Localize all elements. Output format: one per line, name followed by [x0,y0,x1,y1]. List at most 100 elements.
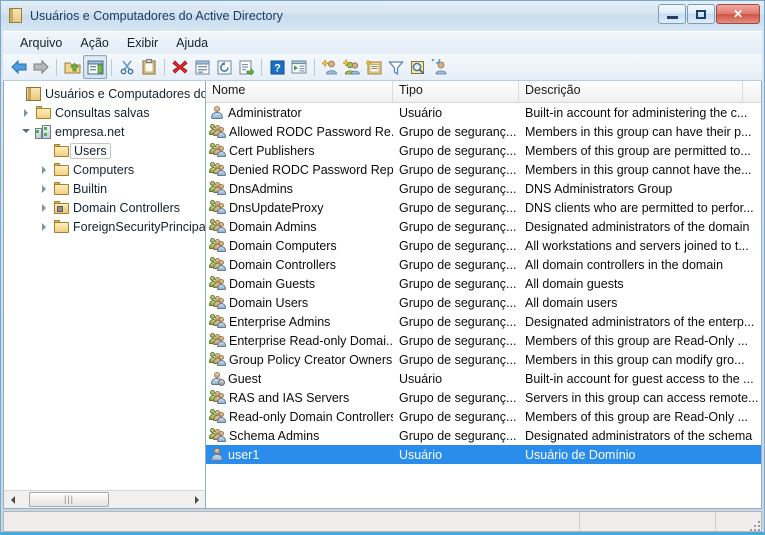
svg-text:?: ? [274,62,281,74]
up-folder-icon[interactable] [61,56,83,78]
table-row[interactable]: Administrator Usuário Built-in account for… [206,103,761,122]
tree-node-console-root[interactable]: Usuários e Computadores do Ac [4,84,205,103]
cell-tipo: Grupo de seguranç... [399,124,517,139]
scroll-left-button[interactable] [4,492,21,508]
table-row[interactable]: Domain Computers Grupo de seguranç... All … [206,236,761,255]
new-user-icon[interactable] [319,56,341,78]
column-header-descricao[interactable]: Descrição [519,81,743,102]
row-name: Domain Admins [229,219,317,234]
table-row[interactable]: Domain Controllers Grupo de seguranç... Al… [206,255,761,274]
folder-icon [52,163,70,176]
help-icon[interactable]: ? [266,56,288,78]
cell-nome: Domain Controllers [206,257,393,272]
table-row[interactable]: Guest Usuário Built-in account for guest a… [206,369,761,388]
cell-descricao: Members of this group are Read-Only ... [525,409,749,424]
tree-node-builtin[interactable]: Builtin [4,179,205,198]
export-list-icon[interactable] [235,56,257,78]
row-name: Guest [228,371,262,386]
tree-node-empresa-net[interactable]: empresa.net [4,122,205,141]
table-row[interactable]: user1 Usuário Usuário de Domínio [206,445,761,464]
table-row[interactable]: DnsUpdateProxy Grupo de seguranç... DNS cl… [206,198,761,217]
table-row[interactable]: Allowed RODC Password Re... Grupo de segu… [206,122,761,141]
delete-icon[interactable] [169,56,191,78]
user-action-icon[interactable] [429,56,451,78]
chevron-right-icon[interactable] [36,203,52,212]
app-window: Usuários e Computadores do Active Direct… [0,0,765,535]
cell-descricao: Designated administrators of the schema [525,428,753,443]
maximize-button[interactable] [687,4,715,24]
table-row[interactable]: Domain Guests Grupo de seguranç... All dom… [206,274,761,293]
tree-horizontal-scrollbar[interactable]: ||| [4,490,205,508]
toolbar-separator [164,58,165,76]
menu-ajuda[interactable]: Ajuda [167,34,217,52]
properties-icon[interactable] [191,56,213,78]
table-row[interactable]: Group Policy Creator Owners Grupo de segu… [206,350,761,369]
scroll-right-button[interactable] [188,492,205,508]
chevron-right-icon[interactable] [36,184,52,193]
new-group-icon[interactable] [341,56,363,78]
table-row[interactable]: Denied RODC Password Repl... Grupo de seg… [206,160,761,179]
row-name: Domain Guests [229,276,316,291]
row-name: DnsAdmins [229,181,293,196]
cell-descricao: Members of this group are permitted to..… [525,143,751,158]
table-row[interactable]: RAS and IAS Servers Grupo de seguranç... S… [206,388,761,407]
chevron-right-icon[interactable] [36,165,52,174]
table-row[interactable]: Enterprise Admins Grupo de seguranç... Des… [206,312,761,331]
tree-node-foreignsecurityprincipals[interactable]: ForeignSecurityPrincipals [4,217,205,236]
paste-icon[interactable] [138,56,160,78]
window-title: Usuários e Computadores do Active Direct… [30,9,283,23]
back-icon[interactable] [8,56,30,78]
group-icon [209,390,226,405]
list-header: Nome Tipo Descrição [206,81,761,103]
folder-icon [52,220,70,233]
cell-nome: DnsAdmins [206,181,393,196]
resize-grip-icon[interactable] [748,519,760,531]
filter-icon[interactable] [385,56,407,78]
refresh-icon[interactable] [213,56,235,78]
show-console-tree-icon[interactable] [83,55,107,79]
row-name: Enterprise Read-only Domai... [229,333,393,348]
menu-acao[interactable]: Ação [71,34,118,52]
table-row[interactable]: Cert Publishers Grupo de seguranç... Membe… [206,141,761,160]
new-ou-icon[interactable] [363,56,385,78]
table-row[interactable]: Schema Admins Grupo de seguranç... Designa… [206,426,761,445]
chevron-down-icon[interactable] [18,126,34,137]
menu-exibir[interactable]: Exibir [118,34,167,52]
tree-node-users[interactable]: Users [4,141,205,160]
table-row[interactable]: Read-only Domain Controllers Grupo de seg… [206,407,761,426]
column-header-tipo[interactable]: Tipo [393,81,519,102]
forward-icon[interactable] [30,56,52,78]
cell-tipo: Grupo de seguranç... [399,314,517,329]
group-icon [209,257,226,272]
table-row[interactable]: Domain Admins Grupo de seguranç... Designa… [206,217,761,236]
console-tree-pane: Usuários e Computadores do Ac Consultas … [4,81,206,508]
table-row[interactable]: DnsAdmins Grupo de seguranç... DNS Adminis… [206,179,761,198]
scroll-track[interactable]: ||| [21,491,188,508]
tree-node-computers[interactable]: Computers [4,160,205,179]
toolbar-separator [261,58,262,76]
cell-tipo: Usuário [399,105,443,120]
tree-node-domain-controllers[interactable]: Domain Controllers [4,198,205,217]
menu-arquivo[interactable]: Arquivo [11,34,71,52]
column-header-nome[interactable]: Nome [206,81,393,102]
cell-descricao: Members in this group cannot have the... [525,162,752,177]
row-name: RAS and IAS Servers [229,390,350,405]
cut-icon[interactable] [116,56,138,78]
tree-node-consultas-salvas[interactable]: Consultas salvas [4,103,205,122]
group-icon [209,181,226,196]
close-button[interactable]: ✕ [716,4,760,24]
group-icon [209,295,226,310]
run-icon[interactable] [288,56,310,78]
table-row[interactable]: Domain Users Grupo de seguranç... All doma… [206,293,761,312]
chevron-right-icon[interactable] [36,222,52,231]
scroll-thumb[interactable]: ||| [29,491,109,507]
cell-nome: Guest [206,371,393,386]
minimize-button[interactable] [658,4,686,24]
row-name: DnsUpdateProxy [229,200,324,215]
chevron-right-icon[interactable] [18,108,34,117]
cell-descricao: Usuário de Domínio [525,447,636,462]
find-icon[interactable] [407,56,429,78]
table-row[interactable]: Enterprise Read-only Domai... Grupo de se… [206,331,761,350]
tree-node-label: Consultas salvas [55,105,150,120]
group-icon [209,276,226,291]
